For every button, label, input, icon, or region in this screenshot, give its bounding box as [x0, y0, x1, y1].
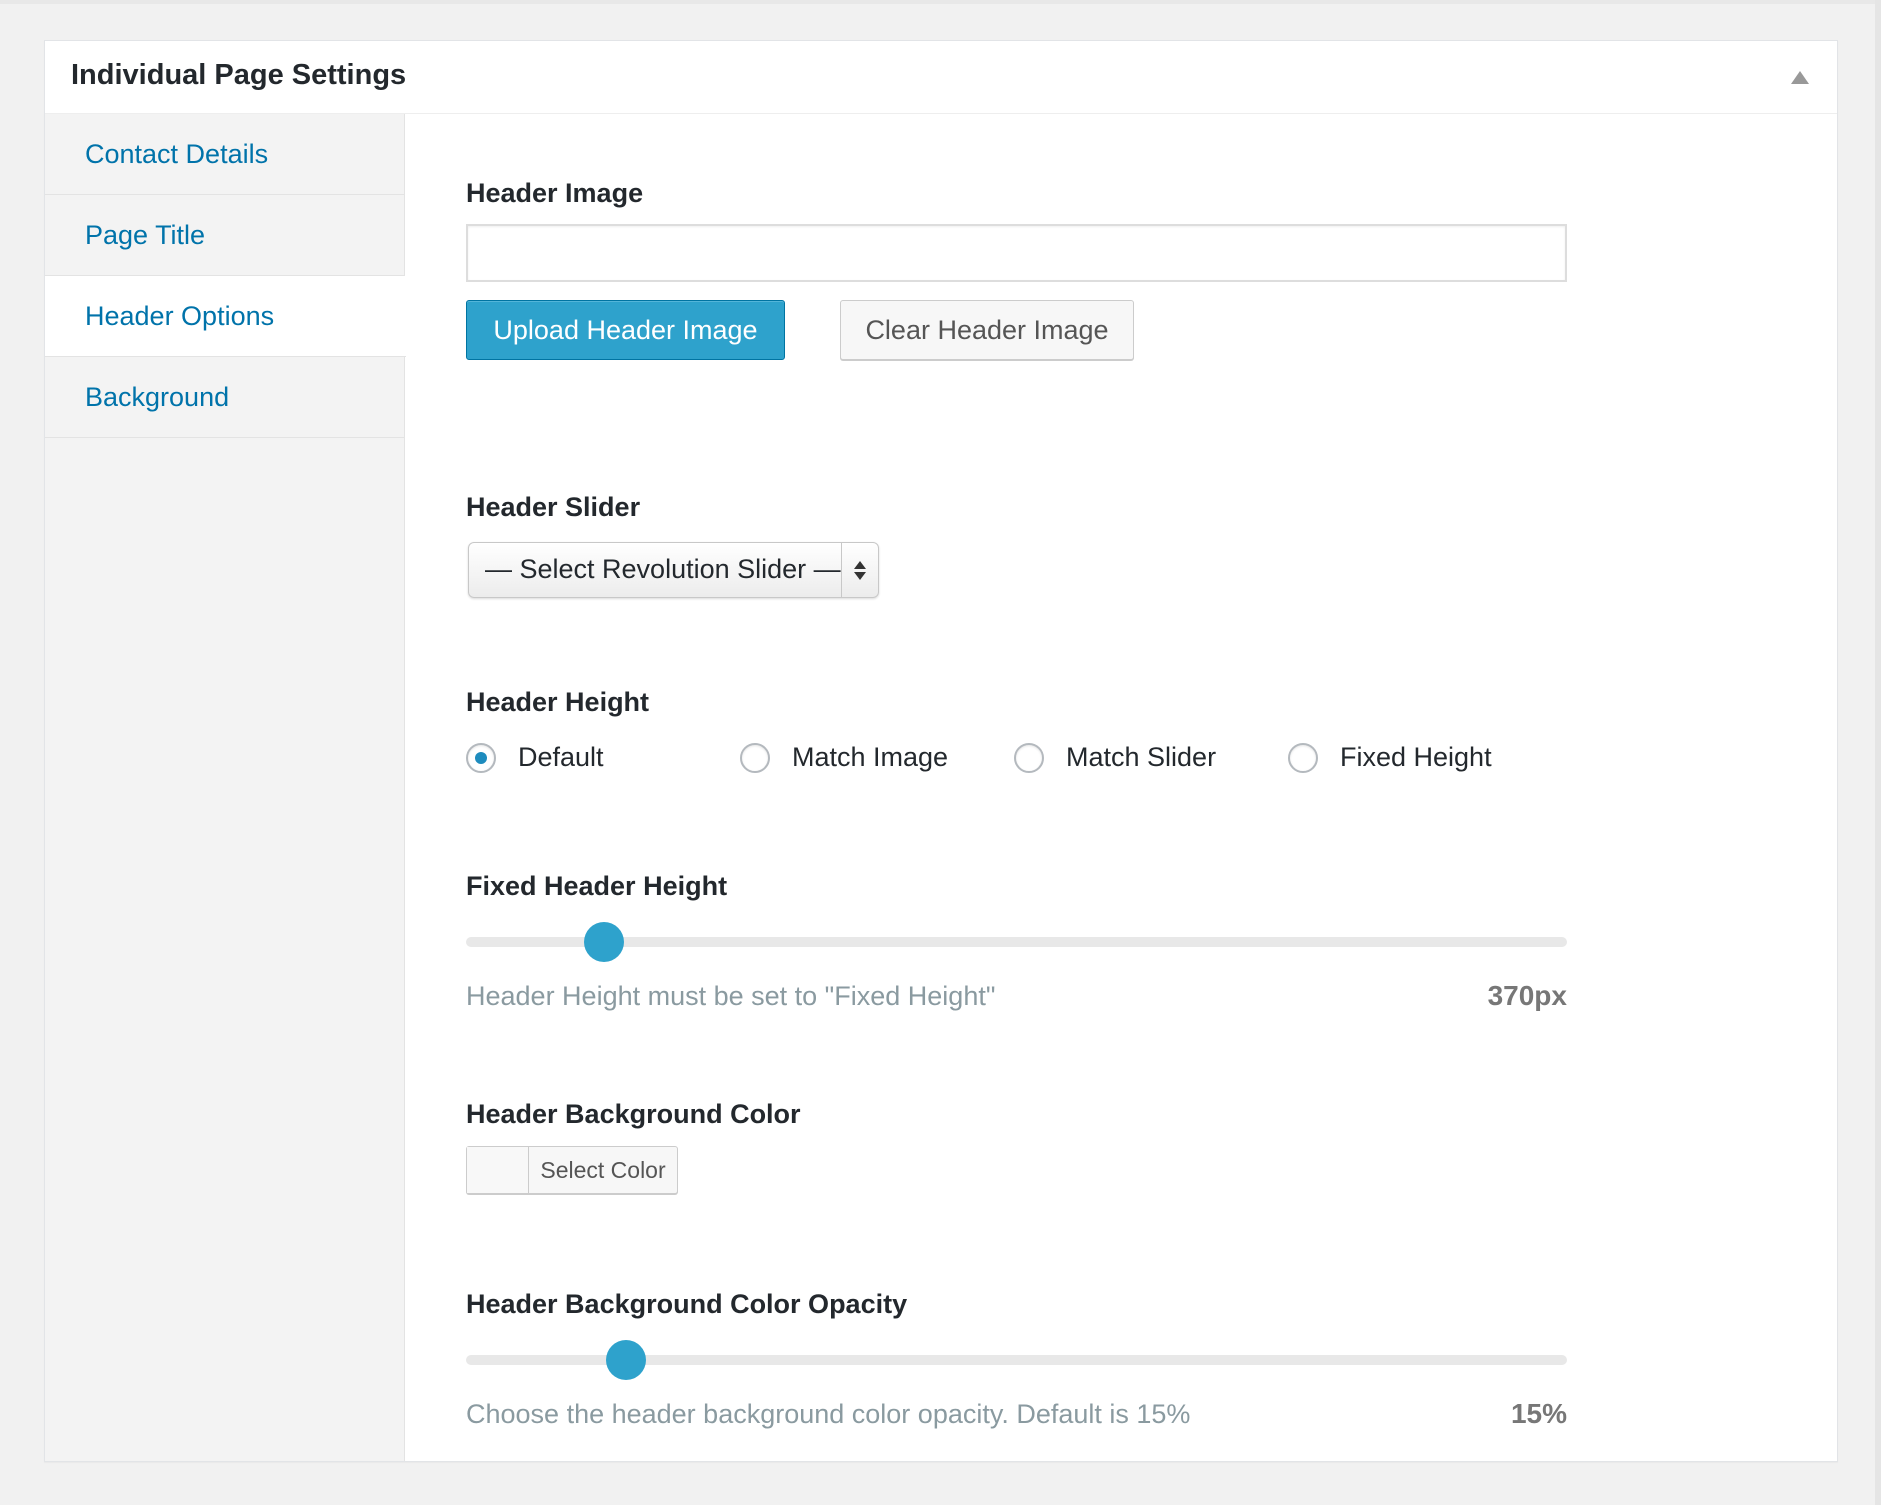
header-height-radio-group: Default Match Image Match Slider Fixed H… — [466, 742, 1567, 778]
fixed-header-height-label: Fixed Header Height — [466, 871, 728, 901]
radio-unchecked-icon[interactable] — [1014, 742, 1044, 773]
header-bg-opacity-label: Header Background Color Opacity — [466, 1289, 908, 1319]
radio-label: Fixed Height — [1340, 742, 1492, 772]
sidebar-item-header-options[interactable]: Header Options — [45, 276, 406, 357]
sidebar-item-contact-details[interactable]: Contact Details — [45, 114, 404, 195]
header-slider-label: Header Slider — [466, 492, 641, 522]
radio-unchecked-icon[interactable] — [1288, 742, 1318, 773]
radio-label: Match Image — [792, 742, 949, 772]
header-image-label: Header Image — [466, 178, 644, 208]
radio-checked-icon[interactable] — [466, 742, 496, 773]
fixed-header-height-value: 370px — [1487, 980, 1567, 1011]
revolution-slider-select[interactable]: — Select Revolution Slider — — [468, 542, 879, 598]
header-bg-color-picker[interactable]: Select Color — [466, 1146, 678, 1194]
select-color-button[interactable]: Select Color — [529, 1147, 677, 1193]
fixed-header-height-slider[interactable] — [466, 922, 1567, 962]
settings-sidebar: Contact Details Page Title Header Option… — [45, 114, 406, 1461]
fixed-header-height-hint: Header Height must be set to "Fixed Heig… — [466, 981, 996, 1011]
page-settings-metabox: Individual Page Settings Contact Details… — [44, 40, 1838, 1462]
metabox-header: Individual Page Settings — [45, 41, 1837, 114]
clear-header-image-button[interactable]: Clear Header Image — [840, 300, 1134, 360]
select-value: — Select Revolution Slider — — [485, 554, 841, 584]
top-edge — [0, 0, 1881, 4]
header-bg-opacity-value: 15% — [1510, 1398, 1567, 1429]
slider-handle[interactable] — [605, 1340, 646, 1380]
collapse-toggle-icon[interactable] — [1791, 71, 1809, 84]
slider-handle[interactable] — [583, 922, 624, 962]
metabox-title: Individual Page Settings — [71, 59, 407, 91]
radio-fixed-height[interactable]: Fixed Height — [1288, 742, 1492, 773]
sidebar-item-background[interactable]: Background — [45, 357, 404, 438]
header-bg-opacity-slider[interactable] — [466, 1340, 1567, 1380]
select-arrows-icon — [841, 543, 878, 597]
radio-match-image[interactable]: Match Image — [740, 742, 948, 773]
header-image-input[interactable] — [466, 224, 1567, 282]
radio-label: Match Slider — [1066, 742, 1217, 772]
header-bg-opacity-hint: Choose the header background color opaci… — [466, 1399, 1191, 1429]
upload-header-image-button[interactable]: Upload Header Image — [466, 300, 785, 360]
header-bg-color-label: Header Background Color — [466, 1099, 801, 1129]
radio-unchecked-icon[interactable] — [740, 742, 770, 773]
header-height-label: Header Height — [466, 687, 650, 717]
color-swatch[interactable] — [467, 1147, 529, 1193]
right-edge — [1875, 0, 1881, 1505]
sidebar-item-page-title[interactable]: Page Title — [45, 195, 404, 276]
radio-label: Default — [518, 742, 604, 772]
radio-default[interactable]: Default — [466, 742, 604, 773]
radio-match-slider[interactable]: Match Slider — [1014, 742, 1216, 773]
